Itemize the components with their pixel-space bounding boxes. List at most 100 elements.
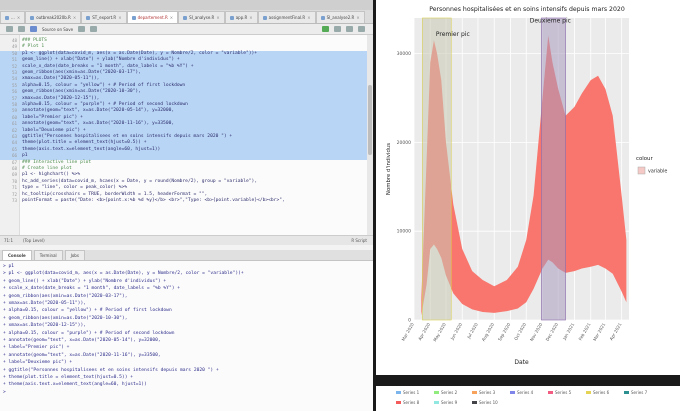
legend-swatch bbox=[472, 391, 477, 394]
console-line: + ggtitle("Personnes hospitalisees et en… bbox=[3, 367, 219, 373]
editor-tab[interactable]: outbreak2020b.R × bbox=[25, 11, 82, 23]
window-strip bbox=[0, 0, 373, 10]
console-line: + scale_x_date(date_breaks = "1 month", … bbox=[3, 286, 181, 292]
close-icon[interactable]: × bbox=[170, 15, 173, 20]
search-icon[interactable] bbox=[78, 26, 86, 32]
code-line[interactable]: 73 pointFormat = paste("Date: <b>{point.… bbox=[0, 198, 367, 204]
source-button[interactable] bbox=[346, 26, 353, 32]
r-file-icon bbox=[131, 15, 136, 20]
editor-tab[interactable]: SI_analyse.R × bbox=[178, 11, 225, 23]
editor-tab[interactable]: ST_export.R × bbox=[81, 11, 127, 23]
editor-tab[interactable]: departement.R × bbox=[126, 11, 179, 23]
legend-item[interactable]: Series 10 bbox=[472, 400, 498, 405]
editor-toolbar: Source on Save bbox=[0, 24, 373, 35]
editor-tab[interactable]: SI_analyse2.R × bbox=[315, 11, 365, 23]
back-icon[interactable] bbox=[6, 26, 13, 32]
editor-tab-label: assignmentFinal.R bbox=[268, 15, 306, 20]
outline-icon[interactable] bbox=[358, 26, 365, 32]
console-tab-console[interactable]: Console bbox=[2, 250, 32, 260]
console-line: + annotate(geom="text", x=as.Date("2020-… bbox=[3, 352, 161, 358]
editor-tab[interactable]: ... × bbox=[0, 11, 26, 23]
x-tick-label: Jan 2021 bbox=[561, 322, 575, 342]
console-line: + label="Deuxieme pic") + bbox=[3, 360, 73, 366]
legend-item[interactable]: Series 3 bbox=[472, 390, 495, 395]
r-file-icon bbox=[320, 15, 325, 20]
console-tab-jobs[interactable]: Jobs bbox=[64, 250, 85, 260]
source-on-save-toggle[interactable]: Source on Save bbox=[42, 27, 73, 32]
close-icon[interactable]: × bbox=[356, 15, 359, 20]
code-text: pointFormat = paste("Date: <b>{point.x:%… bbox=[22, 198, 285, 203]
x-tick-label: Sep 2020 bbox=[497, 322, 511, 342]
r-file-icon bbox=[262, 15, 267, 20]
x-tick-label: Aug 2020 bbox=[481, 322, 496, 342]
save-icon[interactable] bbox=[30, 26, 37, 32]
x-tick-label: Dec 2020 bbox=[545, 322, 560, 342]
editor-tab-bar: ... × outbreak2020b.R × ST_export.R × departem… bbox=[0, 10, 373, 24]
close-icon[interactable]: × bbox=[216, 15, 219, 20]
console-line: + annotate(geom="text", x=as.Date("2020-… bbox=[3, 338, 161, 343]
console[interactable]: > p1 > p1 <- ggplot(data=covid_m, aes(x =… bbox=[0, 261, 373, 411]
editor-tab-label: ST_export.R bbox=[92, 15, 117, 20]
console-line: + theme(axis.text.x=element_text(angle=6… bbox=[3, 382, 147, 388]
x-tick-label: Oct 2020 bbox=[513, 322, 527, 341]
console-line: + xmax=as.Date("2020-12-15")), bbox=[3, 323, 86, 329]
console-line: + label="Premier pic") + bbox=[3, 345, 70, 351]
legend-item[interactable]: Series 1 bbox=[396, 390, 419, 395]
editor-tab-label: app.R bbox=[235, 15, 248, 20]
close-icon[interactable]: × bbox=[307, 15, 310, 20]
y-tick-label: 30000 bbox=[397, 51, 411, 57]
x-tick-label: May 2020 bbox=[432, 322, 447, 343]
legend-item[interactable]: Series 7 bbox=[624, 390, 647, 395]
legend-swatch bbox=[396, 391, 401, 394]
legend-item[interactable]: Series 6 bbox=[586, 390, 609, 395]
scope-indicator[interactable]: (Top Level) bbox=[23, 238, 45, 243]
r-file-icon bbox=[229, 15, 234, 20]
highchart-legend: Series 1 Series 2 Series 3 Series 4 Series 5… bbox=[376, 386, 680, 411]
annotation-label: Deuxieme pic bbox=[530, 17, 571, 24]
close-icon[interactable]: × bbox=[118, 15, 121, 20]
legend-item[interactable]: Series 4 bbox=[510, 390, 533, 395]
x-tick-label: Feb 2021 bbox=[578, 322, 592, 342]
editor-tab-label: ... bbox=[11, 15, 15, 20]
x-axis-label: Date bbox=[514, 359, 529, 366]
console-line: + alpha=0.15, colour = "yellow") + # Per… bbox=[3, 308, 172, 314]
re-run-button[interactable] bbox=[334, 26, 341, 32]
console-line: + xmax=as.Date("2020-05-11")), bbox=[3, 301, 86, 306]
wand-icon[interactable] bbox=[90, 26, 98, 32]
legend-label: Series 1 bbox=[403, 390, 420, 395]
r-file-icon bbox=[5, 15, 9, 20]
plots-pane: 0 10000 20000 30000 Mar 2020 Apr 2020 May 2020… bbox=[373, 0, 680, 411]
chart-title: Personnes hospitalisées et en soins inte… bbox=[429, 5, 625, 13]
editor-tab[interactable]: app.R × bbox=[224, 11, 258, 23]
legend-swatch bbox=[434, 391, 439, 394]
console-tab-terminal[interactable]: Terminal bbox=[33, 250, 63, 260]
x-tick-label: Apr 2021 bbox=[609, 322, 623, 341]
run-button[interactable] bbox=[322, 26, 329, 32]
scroll-thumb[interactable] bbox=[368, 85, 372, 155]
file-type[interactable]: R Script bbox=[351, 238, 367, 243]
close-icon[interactable]: × bbox=[17, 15, 20, 20]
close-icon[interactable]: × bbox=[73, 15, 76, 20]
editor-tab[interactable]: assignmentFinal.R × bbox=[257, 11, 316, 23]
legend-item[interactable]: Series 9 bbox=[434, 400, 457, 405]
close-icon[interactable]: × bbox=[249, 15, 252, 20]
console-line: + geom_line() + xlab("Date") + ylab("Nom… bbox=[3, 278, 167, 284]
y-tick-label: 20000 bbox=[397, 140, 411, 146]
legend-label: Series 6 bbox=[593, 390, 610, 395]
editor-tab-label: SI_analyse.R bbox=[189, 15, 215, 20]
console-line: + alpha=0.15, colour = "purple") + # Per… bbox=[3, 330, 175, 336]
forward-icon[interactable] bbox=[18, 26, 25, 32]
legend-item[interactable]: Series 2 bbox=[434, 390, 457, 395]
x-tick-label: Jun 2020 bbox=[449, 322, 463, 342]
legend-swatch bbox=[472, 401, 477, 404]
cursor-position: 71:1 bbox=[4, 238, 13, 243]
x-tick-label: Mar 2020 bbox=[401, 322, 415, 342]
legend-key bbox=[637, 166, 646, 175]
legend-item[interactable]: Series 5 bbox=[548, 390, 571, 395]
lockdown-band bbox=[541, 17, 566, 321]
console-line: > p1 bbox=[3, 264, 15, 269]
legend-item[interactable]: Series 8 bbox=[396, 400, 419, 405]
code-editor[interactable]: 48 ### PLOTS 49 # Plot 1 50 p1 <- ggplot(data… bbox=[0, 35, 373, 235]
console-line: + geom_ribbon(aes(xmin=as.Date("2020-10-… bbox=[3, 315, 128, 321]
line-number: 73 bbox=[11, 198, 17, 203]
